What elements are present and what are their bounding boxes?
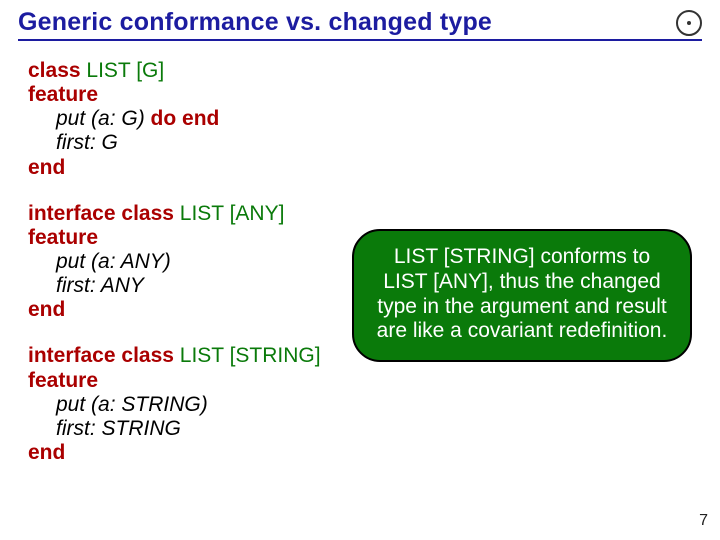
logo-icon <box>676 10 702 36</box>
type-name: LIST [STRING] <box>174 344 321 367</box>
code-text: first: STRING <box>56 417 181 440</box>
keyword: end <box>182 107 219 130</box>
keyword: class <box>121 202 174 225</box>
code-text: put (a: STRING) <box>56 393 208 416</box>
keyword: feature <box>28 369 98 392</box>
code-line: feature <box>28 369 702 393</box>
keyword: end <box>28 156 65 179</box>
keyword: end <box>28 298 65 321</box>
code-text: put (a: ANY) <box>56 250 171 273</box>
slide: Generic conformance vs. changed type cla… <box>0 0 720 540</box>
keyword: feature <box>28 83 98 106</box>
slide-title: Generic conformance vs. changed type <box>18 8 702 41</box>
code-line: end <box>28 441 702 465</box>
code-text: put (a: G) <box>56 107 151 130</box>
code-block-3: interface class LIST [STRING] feature pu… <box>28 344 702 465</box>
code-line: first: STRING <box>28 417 702 441</box>
code-line: first: G <box>28 131 702 155</box>
type-name: LIST [ANY] <box>174 202 285 225</box>
keyword: interface <box>28 202 116 225</box>
page-number: 7 <box>699 512 708 530</box>
code-line: put (a: STRING) <box>28 393 702 417</box>
code-block-1: class LIST [G] feature put (a: G) do end… <box>28 59 702 180</box>
code-line: put (a: G) do end <box>28 107 702 131</box>
code-line: end <box>28 156 702 180</box>
keyword: do <box>151 107 177 130</box>
code-line: interface class LIST [ANY] <box>28 202 702 226</box>
code-line: class LIST [G] <box>28 59 702 83</box>
callout-box: LIST [STRING] conforms to LIST [ANY], th… <box>352 229 692 362</box>
logo-dot <box>687 21 691 25</box>
callout-text: LIST [STRING] conforms to LIST [ANY], th… <box>377 245 668 342</box>
type-name: LIST [G] <box>81 59 165 82</box>
keyword: end <box>28 441 65 464</box>
code-line: feature <box>28 83 702 107</box>
code-text: first: G <box>56 131 118 154</box>
keyword: feature <box>28 226 98 249</box>
keyword: interface <box>28 344 116 367</box>
keyword: class <box>121 344 174 367</box>
code-text: first: ANY <box>56 274 144 297</box>
keyword: class <box>28 59 81 82</box>
